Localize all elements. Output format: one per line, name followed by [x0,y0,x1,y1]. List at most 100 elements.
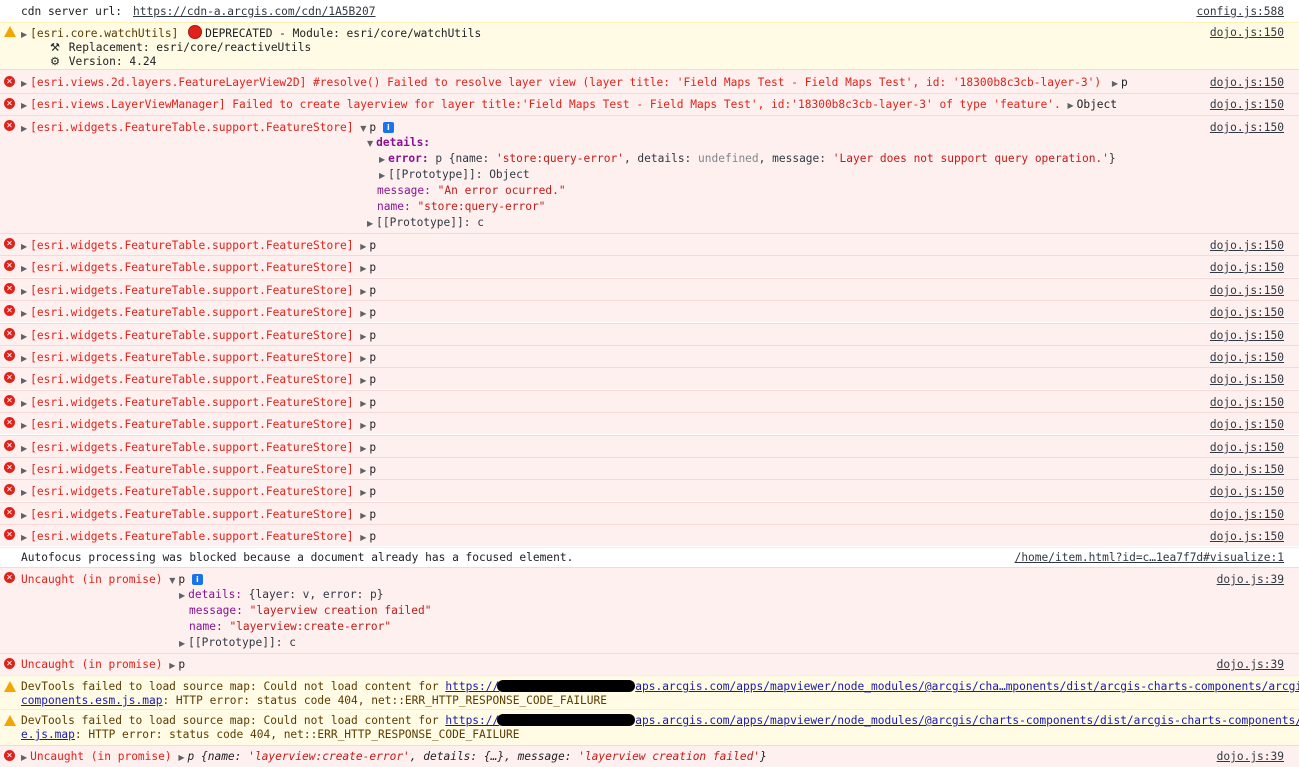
error-node[interactable]: ▶ error: p {name: 'store:query-error', de… [379,151,1116,167]
sourcemap-link[interactable]: https:// [445,680,499,693]
expand-triangle-icon[interactable]: ▶ [21,351,27,366]
details-node[interactable]: ▼ details: [367,135,430,151]
source-link[interactable]: dojo.js:150 [1210,25,1284,40]
source-link[interactable]: dojo.js:150 [1210,305,1284,320]
error-message[interactable]: ▶ [esri.widgets.FeatureTable.support.Feat… [21,417,376,433]
error-message[interactable]: ▶ [esri.widgets.FeatureTable.support.Feat… [21,350,376,366]
source-link[interactable]: config.js:588 [1196,4,1284,19]
expand-triangle-icon[interactable]: ▶ [21,750,27,765]
error-message[interactable]: ▶ [esri.widgets.FeatureTable.support.Feat… [21,328,376,344]
source-link[interactable]: /home/item.html?id=c…1ea7f7d#visualize:1 [1015,550,1284,565]
expand-triangle-icon[interactable]: ▶ [21,463,27,478]
expand-triangle-icon[interactable]: ▶ [360,530,366,545]
source-link[interactable]: dojo.js:150 [1210,238,1284,253]
expand-triangle-icon[interactable]: ▶ [21,373,27,388]
source-link[interactable]: dojo.js:150 [1210,350,1284,365]
source-link[interactable]: dojo.js:39 [1217,572,1284,587]
source-link[interactable]: dojo.js:150 [1210,417,1284,432]
source-link[interactable]: dojo.js:150 [1210,440,1284,455]
collapse-triangle-icon[interactable]: ▼ [367,136,373,151]
expand-triangle-icon[interactable]: ▶ [21,121,27,136]
expand-triangle-icon[interactable]: ▶ [360,396,366,411]
sourcemap-link[interactable]: aps.arcgis.com/apps/mapviewer/node_modul… [635,680,1299,693]
expand-triangle-icon[interactable]: ▶ [21,396,27,411]
source-link[interactable]: dojo.js:150 [1210,507,1284,522]
error-message[interactable]: ▶ [esri.widgets.FeatureTable.support.Feat… [21,462,376,478]
expand-triangle-icon[interactable]: ▶ [21,284,27,299]
expand-triangle-icon[interactable]: ▶ [360,351,366,366]
details-node[interactable]: ▶ details: {layer: v, error: p} [179,587,384,603]
source-link[interactable]: dojo.js:150 [1210,97,1284,112]
error-message[interactable]: ▶ [esri.widgets.FeatureTable.support.Feat… [21,372,376,388]
expand-triangle-icon[interactable]: ▶ [360,508,366,523]
expand-triangle-icon[interactable]: ▶ [1112,76,1118,91]
source-link[interactable]: dojo.js:150 [1210,372,1284,387]
expand-triangle-icon[interactable]: ▶ [360,261,366,276]
error-message[interactable]: ▶ [esri.widgets.FeatureTable.support.Feat… [21,529,376,545]
expand-triangle-icon[interactable]: ▶ [21,508,27,523]
expand-triangle-icon[interactable]: ▶ [360,463,366,478]
error-message[interactable]: ▶ [esri.widgets.FeatureTable.support.Feat… [21,440,376,456]
uncaught-message[interactable]: Uncaught (in promise) ▼ p i [21,572,203,588]
expand-triangle-icon[interactable]: ▶ [179,636,185,651]
error-message[interactable]: ▶ [esri.widgets.FeatureTable.support.Feat… [21,238,376,254]
expand-triangle-icon[interactable]: ▶ [360,284,366,299]
source-link[interactable]: dojo.js:150 [1210,328,1284,343]
source-link[interactable]: dojo.js:150 [1210,484,1284,499]
source-link[interactable]: dojo.js:150 [1210,120,1284,135]
expand-triangle-icon[interactable]: ▶ [360,239,366,254]
uncaught-message[interactable]: ▶ Uncaught (in promise) ▶ p {name: 'layerv… [21,749,767,765]
error-message[interactable]: ▶ [esri.widgets.FeatureTable.support.Feat… [21,120,394,136]
expand-triangle-icon[interactable]: ▶ [360,329,366,344]
expand-triangle-icon[interactable]: ▶ [21,418,27,433]
error-message[interactable]: ▶ [esri.widgets.FeatureTable.support.Feat… [21,395,376,411]
expand-triangle-icon[interactable]: ▶ [360,441,366,456]
collapse-triangle-icon[interactable]: ▼ [360,121,366,136]
expand-triangle-icon[interactable]: ▶ [21,239,27,254]
cdn-url-link[interactable]: https://cdn-a.arcgis.com/cdn/1A5B207 [133,4,375,19]
expand-triangle-icon[interactable]: ▶ [379,168,385,183]
expand-triangle-icon[interactable]: ▶ [21,329,27,344]
expand-triangle-icon[interactable]: ▶ [379,152,385,167]
error-message[interactable]: ▶ [esri.widgets.FeatureTable.support.Feat… [21,507,376,523]
expand-triangle-icon[interactable]: ▶ [1067,98,1073,113]
source-link[interactable]: dojo.js:150 [1210,395,1284,410]
prototype-node[interactable]: ▶ [[Prototype]]: c [367,215,484,231]
source-link[interactable]: dojo.js:150 [1210,283,1284,298]
source-link[interactable]: dojo.js:39 [1217,657,1284,672]
prototype-node[interactable]: ▶ [[Prototype]]: Object [379,167,530,183]
error-message[interactable]: ▶ [esri.widgets.FeatureTable.support.Feat… [21,260,376,276]
sourcemap-link[interactable]: e.js.map [21,728,75,741]
source-link[interactable]: dojo.js:39 [1217,749,1284,764]
sourcemap-link[interactable]: components.esm.js.map [21,694,162,707]
uncaught-message[interactable]: Uncaught (in promise) ▶ p [21,657,185,673]
source-link[interactable]: dojo.js:150 [1210,260,1284,275]
error-message[interactable]: ▶ [esri.widgets.FeatureTable.support.Feat… [21,305,376,321]
expand-triangle-icon[interactable]: ▶ [360,418,366,433]
expand-triangle-icon[interactable]: ▶ [178,750,184,765]
error-message[interactable]: ▶ [esri.views.LayerViewManager] Failed to… [21,97,1117,113]
info-badge-icon[interactable]: i [191,574,203,585]
expand-triangle-icon[interactable]: ▶ [21,485,27,500]
error-message[interactable]: ▶ [esri.views.2d.layers.FeatureLayerView2… [21,75,1128,91]
expand-triangle-icon[interactable]: ▶ [360,373,366,388]
expand-triangle-icon[interactable]: ▶ [169,658,175,673]
error-message[interactable]: ▶ [esri.widgets.FeatureTable.support.Feat… [21,283,376,299]
info-badge-icon[interactable]: i [382,122,394,133]
prototype-node[interactable]: ▶ [[Prototype]]: c [179,635,296,651]
expand-triangle-icon[interactable]: ▶ [21,98,27,113]
expand-triangle-icon[interactable]: ▶ [367,216,373,231]
expand-triangle-icon[interactable]: ▶ [21,530,27,545]
expand-triangle-icon[interactable]: ▶ [360,306,366,321]
expand-triangle-icon[interactable]: ▶ [179,588,185,603]
sourcemap-link[interactable]: aps.arcgis.com/apps/mapviewer/node_modul… [635,714,1299,727]
expand-triangle-icon[interactable]: ▶ [360,485,366,500]
expand-triangle-icon[interactable]: ▶ [21,441,27,456]
sourcemap-link[interactable]: https:// [445,714,499,727]
expand-triangle-icon[interactable]: ▶ [21,306,27,321]
collapse-triangle-icon[interactable]: ▼ [169,573,175,588]
source-link[interactable]: dojo.js:150 [1210,462,1284,477]
source-link[interactable]: dojo.js:150 [1210,75,1284,90]
source-link[interactable]: dojo.js:150 [1210,529,1284,544]
expand-triangle-icon[interactable]: ▶ [21,76,27,91]
